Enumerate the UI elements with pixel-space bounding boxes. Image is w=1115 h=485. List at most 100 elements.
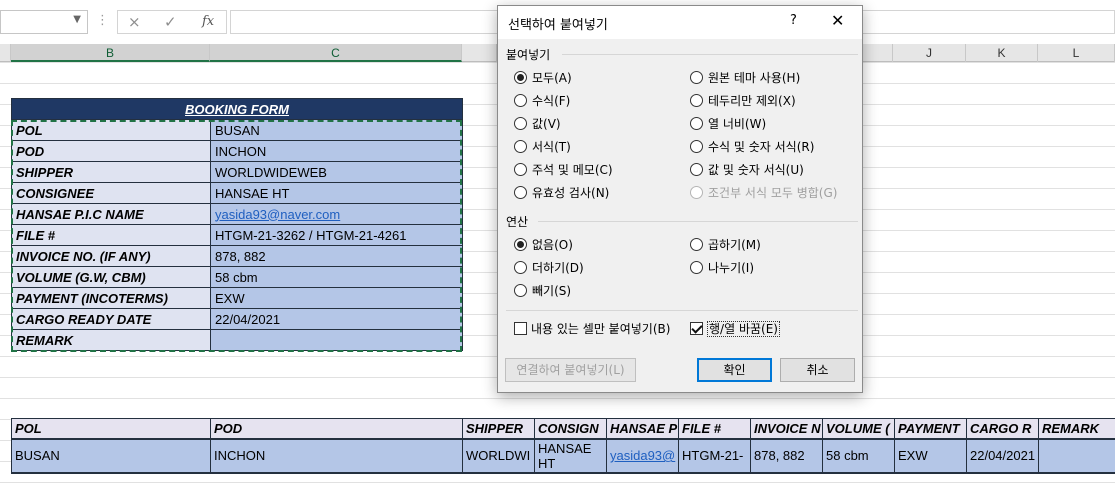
cancel-button[interactable]: 취소	[780, 358, 855, 382]
value-cell[interactable]: BUSAN	[11, 437, 211, 474]
form-value-cell[interactable]: INCHON	[210, 140, 463, 162]
column-header-b[interactable]: B	[11, 44, 210, 62]
form-value-cell[interactable]: WORLDWIDEWEB	[210, 161, 463, 183]
ok-button[interactable]: 확인	[697, 358, 772, 382]
close-icon[interactable]: ✕	[831, 11, 844, 30]
radio-op-divide[interactable]: 나누기(I)	[690, 259, 754, 277]
form-label-cell[interactable]: POL	[11, 119, 211, 141]
column-header-j[interactable]: J	[893, 44, 966, 62]
email-link[interactable]: yasida93@	[610, 448, 675, 463]
form-value-cell[interactable]: yasida93@naver.com	[210, 203, 463, 225]
radio-button[interactable]	[514, 238, 527, 251]
value-cell[interactable]: yasida93@	[606, 437, 679, 474]
radio-button[interactable]	[690, 94, 703, 107]
radio-formulas-number-formats[interactable]: 수식 및 숫자 서식(R)	[690, 138, 814, 156]
radio-button[interactable]	[514, 117, 527, 130]
header-cell[interactable]: REMARK	[1038, 418, 1115, 439]
radio-op-add[interactable]: 더하기(D)	[514, 259, 584, 277]
booking-form-title[interactable]: BOOKING FORM	[11, 98, 463, 120]
checkbox-skip-blanks[interactable]: 내용 있는 셀만 붙여넣기(B)	[514, 320, 670, 338]
header-cell[interactable]: CONSIGN	[534, 418, 607, 439]
radio-paste-comments[interactable]: 주석 및 메모(C)	[514, 161, 613, 179]
form-label-cell[interactable]: CARGO READY DATE	[11, 308, 211, 330]
form-label-cell[interactable]: CONSIGNEE	[11, 182, 211, 204]
checkbox-transpose[interactable]: 행/열 바꿈(E)	[690, 320, 780, 338]
column-header-i[interactable]	[863, 44, 893, 62]
chevron-down-icon[interactable]: ▼	[73, 14, 81, 25]
form-label-cell[interactable]: SHIPPER	[11, 161, 211, 183]
column-header-d[interactable]	[462, 44, 497, 62]
radio-column-widths[interactable]: 열 너비(W)	[690, 115, 766, 133]
form-label-cell[interactable]: INVOICE NO. (IF ANY)	[11, 245, 211, 267]
name-box[interactable]: ▼	[0, 10, 88, 34]
radio-paste-formats[interactable]: 서식(T)	[514, 138, 571, 156]
radio-button[interactable]	[514, 140, 527, 153]
form-label-cell[interactable]: HANSAE P.I.C NAME	[11, 203, 211, 225]
header-cell[interactable]: POD	[210, 418, 463, 439]
form-label-cell[interactable]: POD	[11, 140, 211, 162]
radio-button[interactable]	[690, 261, 703, 274]
radio-button[interactable]	[690, 71, 703, 84]
select-all-corner[interactable]	[0, 44, 11, 62]
form-value-cell[interactable]: 22/04/2021	[210, 308, 463, 330]
radio-button[interactable]	[514, 163, 527, 176]
radio-op-subtract[interactable]: 빼기(S)	[514, 282, 571, 300]
value-cell[interactable]: 878, 882	[750, 437, 823, 474]
radio-paste-validation[interactable]: 유효성 검사(N)	[514, 184, 609, 202]
radio-button[interactable]	[690, 238, 703, 251]
radio-button[interactable]	[690, 140, 703, 153]
radio-op-none[interactable]: 없음(O)	[514, 236, 573, 254]
value-cell[interactable]: 58 cbm	[822, 437, 895, 474]
form-label-cell[interactable]: PAYMENT (INCOTERMS)	[11, 287, 211, 309]
help-icon[interactable]: ?	[790, 13, 797, 28]
paste-link-button[interactable]: 연결하여 붙여넣기(L)	[505, 358, 636, 382]
header-cell[interactable]: VOLUME (	[822, 418, 895, 439]
value-cell[interactable]	[1038, 437, 1115, 474]
radio-paste-values[interactable]: 값(V)	[514, 115, 561, 133]
form-value-cell[interactable]	[210, 329, 463, 351]
value-cell[interactable]: INCHON	[210, 437, 463, 474]
header-cell[interactable]: HANSAE P	[606, 418, 679, 439]
form-value-cell[interactable]: EXW	[210, 287, 463, 309]
radio-button[interactable]	[514, 186, 527, 199]
header-cell[interactable]: FILE #	[678, 418, 751, 439]
header-cell[interactable]: PAYMENT	[894, 418, 967, 439]
dialog-title-bar[interactable]: 선택하여 붙여넣기 ? ✕	[498, 6, 862, 39]
radio-paste-all[interactable]: 모두(A)	[514, 69, 572, 87]
radio-button[interactable]	[690, 117, 703, 130]
email-link[interactable]: yasida93@naver.com	[215, 207, 340, 222]
cancel-icon[interactable]: ×	[128, 13, 141, 31]
radio-button[interactable]	[514, 284, 527, 297]
form-label-cell[interactable]: VOLUME (G.W, CBM)	[11, 266, 211, 288]
form-value-cell[interactable]: BUSAN	[210, 119, 463, 141]
radio-op-multiply[interactable]: 곱하기(M)	[690, 236, 761, 254]
value-cell[interactable]: HANSAE HT	[534, 437, 607, 474]
header-cell[interactable]: INVOICE N	[750, 418, 823, 439]
header-cell[interactable]: POL	[11, 418, 211, 439]
value-cell[interactable]: EXW	[894, 437, 967, 474]
checkbox[interactable]	[690, 322, 703, 335]
radio-button[interactable]	[514, 94, 527, 107]
value-cell[interactable]: WORLDWI	[462, 437, 535, 474]
form-value-cell[interactable]: HANSAE HT	[210, 182, 463, 204]
column-header-k[interactable]: K	[966, 44, 1038, 62]
value-cell[interactable]: 22/04/2021	[966, 437, 1039, 474]
insert-function-icon[interactable]: fx	[202, 14, 214, 29]
form-value-cell[interactable]: 878, 882	[210, 245, 463, 267]
radio-button[interactable]	[514, 261, 527, 274]
form-value-cell[interactable]: 58 cbm	[210, 266, 463, 288]
column-header-l[interactable]: L	[1038, 44, 1115, 62]
enter-icon[interactable]: ✓	[164, 13, 177, 31]
radio-paste-formulas[interactable]: 수식(F)	[514, 92, 570, 110]
radio-button[interactable]	[690, 163, 703, 176]
radio-all-except-borders[interactable]: 테두리만 제외(X)	[690, 92, 796, 110]
radio-button[interactable]	[514, 71, 527, 84]
radio-values-number-formats[interactable]: 값 및 숫자 서식(U)	[690, 161, 804, 179]
header-cell[interactable]: CARGO R	[966, 418, 1039, 439]
drag-handle-icon[interactable]: ⋮	[96, 13, 109, 28]
form-label-cell[interactable]: FILE #	[11, 224, 211, 246]
radio-source-theme[interactable]: 원본 테마 사용(H)	[690, 69, 800, 87]
form-value-cell[interactable]: HTGM-21-3262 / HTGM-21-4261	[210, 224, 463, 246]
value-cell[interactable]: HTGM-21-	[678, 437, 751, 474]
column-header-c[interactable]: C	[210, 44, 462, 62]
